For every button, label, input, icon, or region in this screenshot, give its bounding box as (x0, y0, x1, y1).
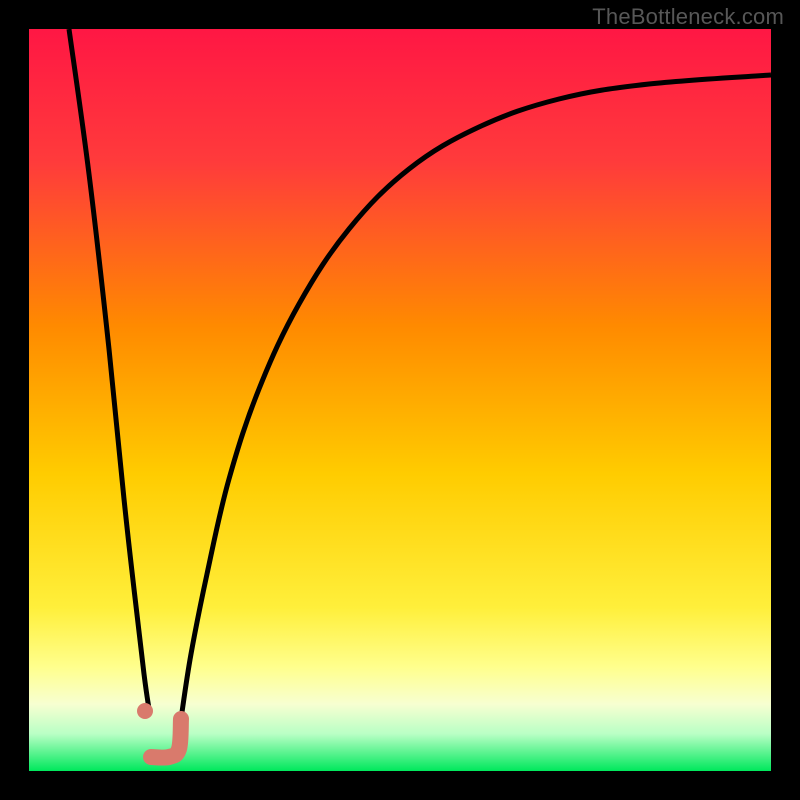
marker-j-shape (151, 719, 181, 758)
plot-area (29, 29, 771, 771)
right-branch-line (181, 75, 771, 719)
watermark-text: TheBottleneck.com (592, 4, 784, 30)
marker-dot (137, 703, 153, 719)
chart-frame: TheBottleneck.com (0, 0, 800, 800)
curves-layer (29, 29, 771, 771)
left-branch-line (69, 29, 149, 709)
